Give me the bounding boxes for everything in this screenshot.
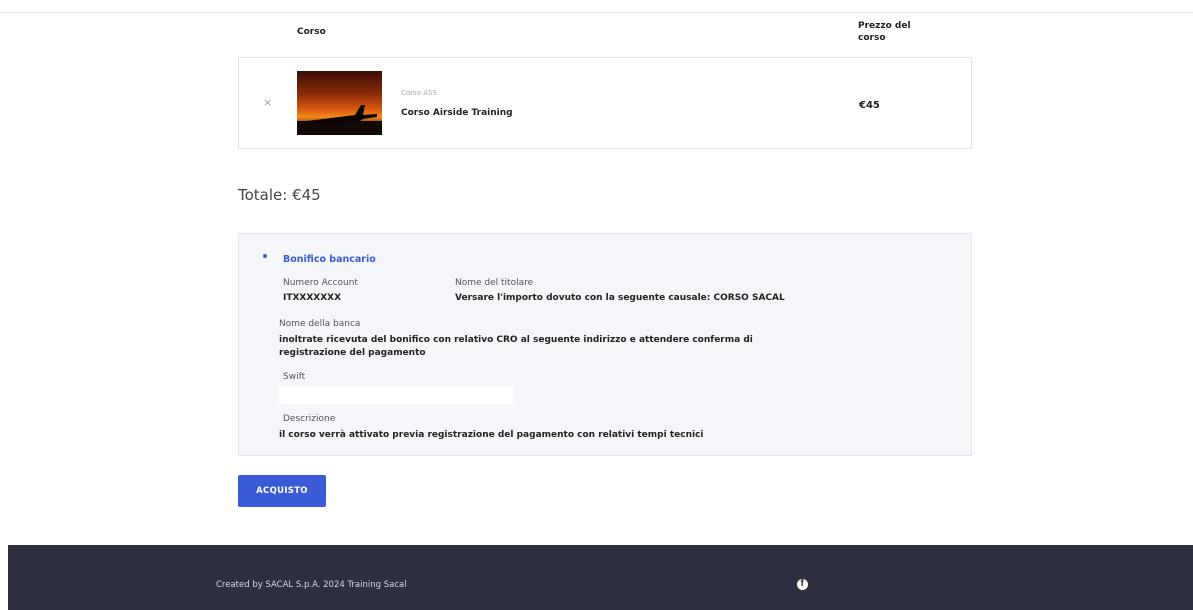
- footer: Created by SACAL S.p.A. 2024 Training Sa…: [8, 545, 1193, 610]
- course-price: €45: [859, 100, 880, 111]
- holder-name-label: Nome del titolare: [455, 278, 534, 288]
- description-label: Descrizione: [283, 414, 336, 424]
- payment-method-title: Bonifico bancario: [283, 254, 376, 265]
- description-value: il corso verrà attivato previa registraz…: [279, 430, 704, 440]
- remove-item-icon[interactable]: ×: [263, 96, 272, 109]
- header-divider: [0, 12, 1193, 13]
- account-number-value: ITXXXXXXX: [283, 293, 342, 303]
- course-thumbnail[interactable]: [297, 71, 382, 135]
- order-total: Totale: €45: [238, 186, 321, 204]
- column-header-price: Prezzo del corso: [858, 21, 911, 43]
- payment-method-box: Bonifico bancario Numero Account ITXXXXX…: [238, 233, 972, 456]
- swift-label: Swift: [283, 372, 306, 382]
- course-category: Corso ASS: [401, 89, 437, 97]
- bank-name-label: Nome della banca: [279, 319, 361, 329]
- swift-field[interactable]: [279, 386, 513, 404]
- account-number-label: Numero Account: [283, 278, 358, 288]
- bullet-icon: [263, 254, 267, 258]
- column-header-course: Corso: [297, 27, 326, 37]
- facebook-icon[interactable]: f: [797, 578, 808, 590]
- course-name-link[interactable]: Corso Airside Training: [401, 108, 513, 118]
- purchase-button[interactable]: ACQUISTO: [238, 475, 326, 507]
- cart-item-row: × Corso ASS Corso Airside Training €45: [238, 57, 972, 149]
- footer-credits: Created by SACAL S.p.A. 2024 Training Sa…: [216, 580, 407, 590]
- airplane-sunset-image: [297, 105, 382, 135]
- holder-name-value: Versare l'importo dovuto con la seguente…: [455, 293, 785, 303]
- bank-name-value: inoltrate ricevuta del bonifico con rela…: [279, 335, 753, 358]
- checkout-page: Corso Prezzo del corso × Corso ASS Corso…: [0, 0, 1193, 610]
